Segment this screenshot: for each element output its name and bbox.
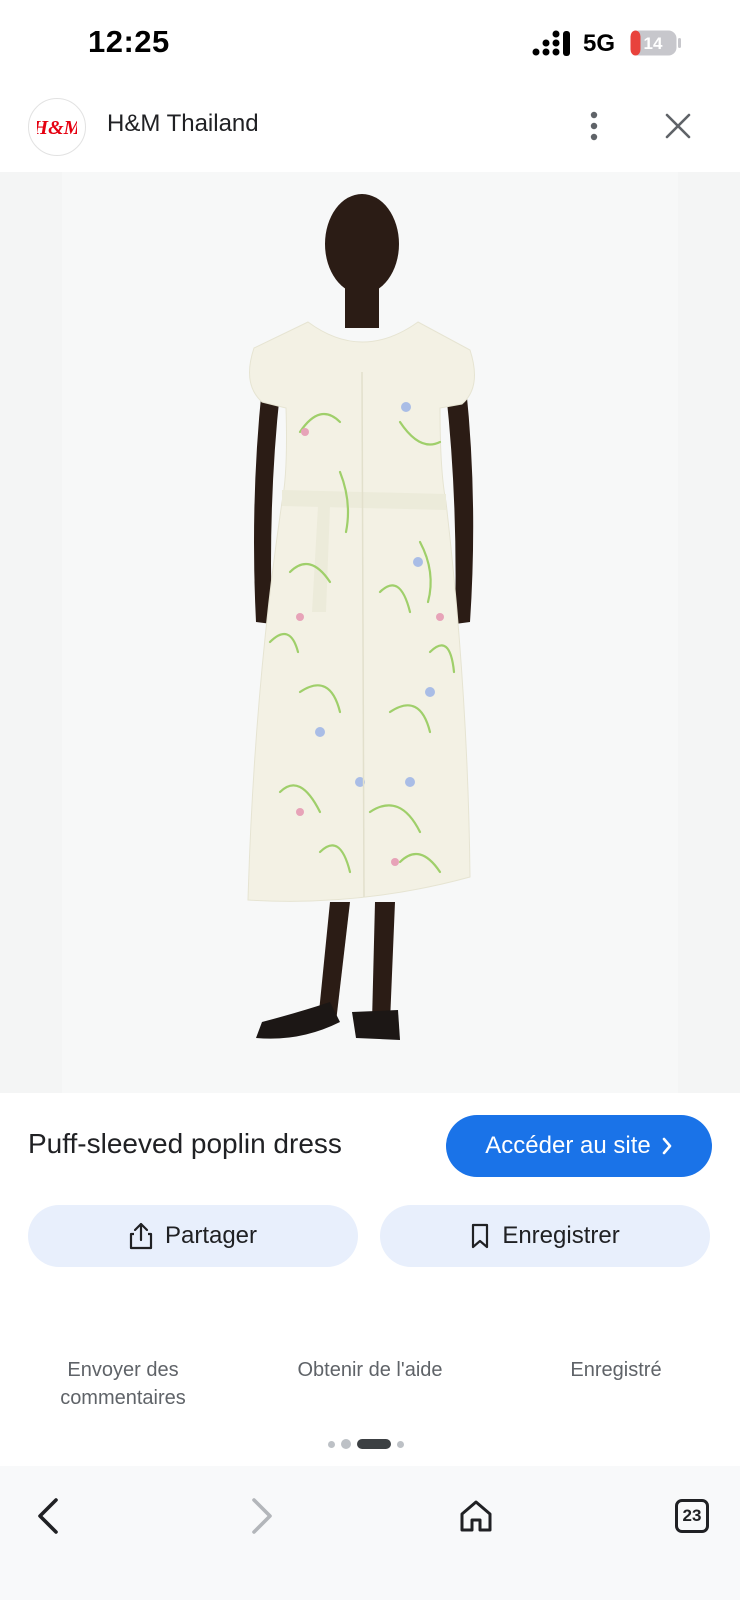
more-options-button[interactable] — [576, 106, 612, 146]
svg-text:H&M: H&M — [37, 117, 77, 139]
more-vert-icon — [590, 111, 598, 141]
battery-icon: 14 — [630, 30, 681, 56]
page-dot — [341, 1439, 351, 1449]
forward-icon — [252, 1498, 272, 1534]
visit-site-button[interactable]: Accéder au site — [446, 1115, 712, 1177]
chevron-right-icon — [662, 1137, 672, 1155]
page-dot — [328, 1440, 335, 1448]
page-dot — [397, 1440, 404, 1448]
share-label: Partager — [164, 1222, 258, 1249]
status-time: 12:25 — [88, 24, 170, 59]
page-indicator — [328, 1437, 404, 1451]
saved-link[interactable]: Enregistré — [550, 1356, 682, 1384]
back-button[interactable] — [18, 1486, 78, 1546]
home-icon — [460, 1500, 492, 1532]
bookmark-icon — [472, 1223, 489, 1249]
home-button[interactable] — [446, 1486, 506, 1546]
battery-level: 14 — [644, 34, 663, 53]
bottom-navigation: 23 — [0, 1466, 740, 1600]
close-button[interactable] — [658, 106, 698, 146]
product-title: Puff-sleeved poplin dress — [28, 1128, 342, 1159]
page-dot-active — [357, 1439, 391, 1449]
feedback-line-2: commentaires — [60, 1387, 186, 1409]
site-name[interactable]: H&M Thailand — [107, 110, 259, 138]
network-type: 5G — [583, 30, 616, 57]
model-dress-illustration — [0, 172, 740, 1093]
hm-logo[interactable]: H&M — [28, 98, 86, 156]
page-header: H&M H&M Thailand — [0, 90, 740, 172]
get-help-link[interactable]: Obtenir de l'aide — [280, 1356, 460, 1384]
tab-count: 23 — [675, 1499, 709, 1533]
save-button[interactable]: Enregistrer — [380, 1205, 710, 1267]
signal-icon — [532, 30, 570, 56]
share-button[interactable]: Partager — [28, 1205, 358, 1267]
hm-logo-mark: H&M — [37, 117, 77, 139]
product-image[interactable] — [0, 172, 740, 1093]
close-icon — [665, 113, 691, 139]
share-icon — [129, 1222, 153, 1250]
feedback-line-1: Envoyer des — [67, 1359, 179, 1381]
status-bar: 12:25 5G 14 — [0, 0, 740, 88]
forward-button[interactable] — [232, 1486, 292, 1546]
back-icon — [38, 1498, 58, 1534]
send-feedback-link[interactable]: Envoyer des commentaires — [40, 1356, 206, 1412]
save-label: Enregistrer — [502, 1222, 620, 1249]
visit-site-label: Accéder au site — [485, 1132, 651, 1159]
tabs-button[interactable]: 23 — [662, 1486, 722, 1546]
